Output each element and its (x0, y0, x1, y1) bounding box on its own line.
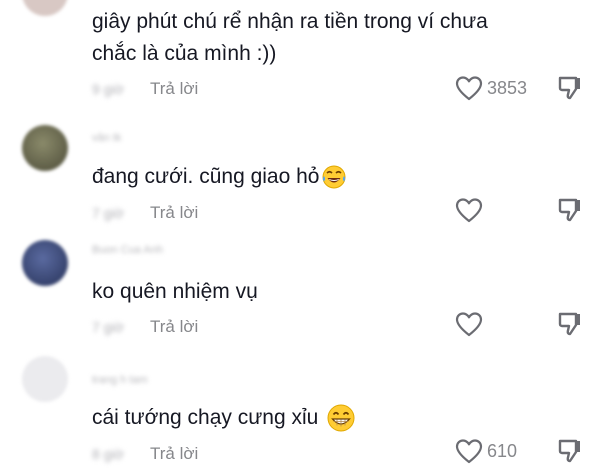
comment-username: vân tk (92, 132, 122, 144)
dislike-icon[interactable] (557, 311, 583, 337)
avatar[interactable] (22, 0, 68, 16)
dislike-icon[interactable] (557, 438, 583, 464)
comment-time: 7 giờ (92, 205, 124, 221)
comment-meta: 9 giờ Trả lời (92, 79, 198, 99)
reply-button[interactable]: Trả lời (150, 444, 198, 463)
avatar[interactable] (22, 356, 68, 402)
comment-meta: 7 giờ Trả lời (92, 317, 198, 337)
reply-button[interactable]: Trả lời (150, 79, 198, 98)
comment-username: trang h tam (92, 374, 148, 386)
heart-icon[interactable] (455, 311, 483, 337)
comment-meta: 8 giờ Trả lời (92, 444, 198, 464)
avatar[interactable] (22, 125, 68, 171)
comment-meta: 7 giờ Trả lời (92, 203, 198, 223)
avatar[interactable] (22, 240, 68, 286)
heart-icon[interactable] (455, 75, 483, 101)
dislike-icon[interactable] (557, 197, 583, 223)
heart-icon[interactable] (455, 438, 483, 464)
comment-text: ko quên nhiệm vụ (92, 280, 258, 303)
reply-button[interactable]: Trả lời (150, 317, 198, 336)
grinning-face-icon (327, 404, 355, 432)
dislike-icon[interactable] (557, 75, 583, 101)
like-count: 610 (487, 441, 518, 461)
face-with-tears-of-joy-icon (322, 165, 346, 189)
heart-icon[interactable] (455, 197, 483, 223)
comment-text: đang cưới. cũng giao hỏ (92, 161, 347, 193)
reply-button[interactable]: Trả lời (150, 203, 198, 222)
comment-text: giây phút chú rể nhận ra tiền trong ví c… (92, 10, 488, 65)
comment-time: 7 giờ (92, 319, 124, 335)
comment-username: Buon Cua Anh (92, 244, 163, 256)
like-count: 3853 (487, 78, 528, 98)
comment-time: 8 giờ (92, 446, 124, 462)
comment-text: cái tướng chạy cưng xỉu (92, 402, 356, 434)
comment-time: 9 giờ (92, 81, 124, 97)
